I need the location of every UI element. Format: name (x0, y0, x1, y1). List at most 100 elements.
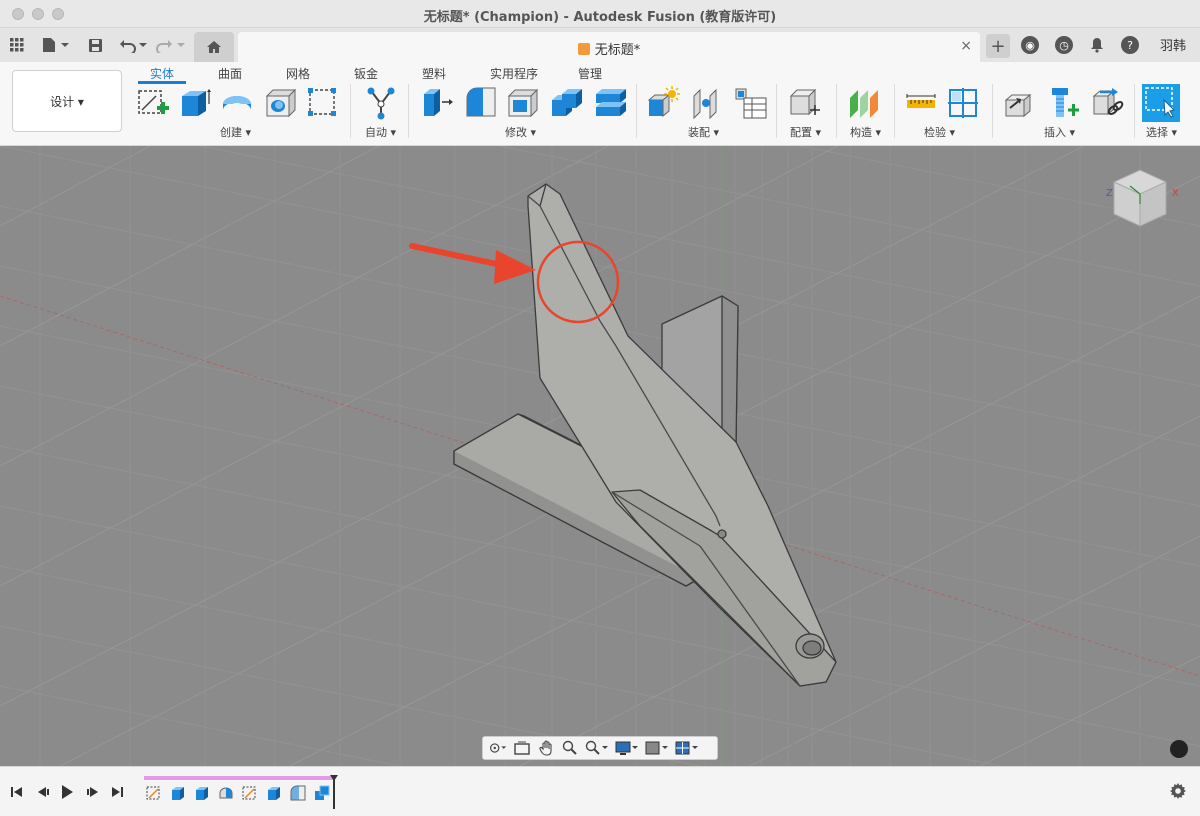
gear-icon[interactable] (1170, 783, 1186, 799)
split-body-icon[interactable] (594, 86, 628, 120)
create-group-label[interactable]: 创建 ▾ (220, 124, 251, 140)
canvas-scene (0, 146, 1200, 766)
ribbon-separator (1134, 84, 1135, 138)
insert-group-label[interactable]: 插入 ▾ (1044, 124, 1075, 140)
component-cube-icon (577, 43, 590, 55)
viewports-icon[interactable] (675, 740, 699, 756)
document-tab-label: 无标题* (594, 43, 641, 58)
ribbon-separator (408, 84, 409, 138)
pan-icon[interactable] (537, 740, 555, 756)
viewcube-x-label: X (1172, 188, 1179, 199)
tab-plastic[interactable]: 塑料 (422, 65, 446, 82)
select-icon[interactable] (1142, 84, 1180, 122)
go-to-end-icon[interactable] (110, 785, 124, 799)
title-bar: 无标题* (Champion) - Autodesk Fusion (教育版许可… (0, 0, 1200, 28)
tab-mesh[interactable]: 网格 (286, 65, 310, 82)
redo-icon[interactable] (156, 32, 186, 58)
close-tab-button[interactable]: × (960, 38, 972, 54)
press-pull-icon[interactable] (420, 86, 454, 120)
tab-utilities[interactable]: 实用程序 (490, 65, 538, 82)
user-account[interactable]: 羽韩 (1160, 35, 1186, 54)
inspect-group-label[interactable]: 检验 ▾ (924, 124, 955, 140)
bill-of-materials-icon[interactable] (734, 86, 768, 120)
configure-group-label[interactable]: 配置 ▾ (790, 124, 821, 140)
extrude-icon[interactable] (194, 785, 210, 801)
ribbon-toolbar: 设计 ▾ 实体 曲面 网格 钣金 塑料 实用程序 管理 创建 ▾ 自动 ▾ 修改… (0, 62, 1200, 146)
insert-link-icon[interactable] (1090, 86, 1124, 120)
job-status-icon[interactable]: ◉ (1021, 36, 1039, 54)
section-analysis-icon[interactable] (946, 86, 980, 120)
workspace-switcher[interactable]: 设计 ▾ (12, 70, 122, 132)
create-sketch-icon[interactable] (136, 86, 170, 120)
document-tab[interactable]: 无标题* × (238, 32, 980, 62)
3d-viewport[interactable]: Z X (0, 146, 1200, 766)
tab-solid[interactable]: 实体 (150, 65, 174, 82)
save-icon[interactable] (86, 32, 104, 58)
window-title: 无标题* (Champion) - Autodesk Fusion (教育版许可… (423, 10, 777, 25)
tab-manage[interactable]: 管理 (578, 65, 602, 82)
hole-icon[interactable] (264, 86, 298, 120)
viewcube[interactable]: Z X (1100, 166, 1180, 236)
undo-icon[interactable] (118, 32, 148, 58)
select-group-label[interactable]: 选择 ▾ (1146, 124, 1177, 140)
revolve-icon[interactable] (218, 785, 234, 801)
new-tab-button[interactable]: + (986, 34, 1010, 58)
assemble-group-label[interactable]: 装配 ▾ (688, 124, 719, 140)
automate-group-label[interactable]: 自动 ▾ (365, 124, 396, 140)
construct-group-label[interactable]: 构造 ▾ (850, 124, 881, 140)
visual-style-icon[interactable] (645, 740, 669, 756)
fillet-icon[interactable] (290, 785, 306, 801)
help-icon[interactable]: ? (1121, 36, 1139, 54)
file-icon[interactable] (40, 32, 70, 58)
new-component-icon[interactable] (646, 86, 680, 120)
measure-icon[interactable] (904, 86, 938, 120)
go-to-start-icon[interactable] (10, 785, 24, 799)
extrude-icon[interactable] (170, 785, 186, 801)
zoom-window-icon[interactable] (585, 740, 609, 756)
play-icon[interactable] (60, 785, 74, 799)
app-grid-icon[interactable] (8, 32, 26, 58)
combine-icon[interactable] (314, 785, 330, 801)
revolve-icon[interactable] (220, 86, 254, 120)
display-settings-icon[interactable] (615, 740, 639, 756)
look-at-icon[interactable] (513, 740, 531, 756)
extrude-icon[interactable] (266, 785, 282, 801)
timeline-track (144, 776, 334, 780)
shell-icon[interactable] (506, 86, 540, 120)
step-forward-icon[interactable] (86, 785, 100, 799)
tab-bar: 无标题* × + ◉ ◷ ? 羽韩 (0, 28, 1200, 62)
ribbon-separator (636, 84, 637, 138)
joint-icon[interactable] (690, 86, 724, 120)
feedback-icon[interactable] (1170, 740, 1188, 758)
insert-derive-icon[interactable] (1002, 86, 1036, 120)
navigation-bar (482, 736, 718, 760)
configure-icon[interactable] (788, 86, 822, 120)
step-back-icon[interactable] (36, 785, 50, 799)
ribbon-separator (992, 84, 993, 138)
offset-plane-icon[interactable] (846, 86, 880, 120)
fillet-icon[interactable] (464, 86, 498, 120)
home-tab[interactable] (194, 32, 234, 62)
zoom-icon[interactable] (561, 740, 579, 756)
timeline (0, 766, 1200, 816)
extrude-icon[interactable] (178, 86, 212, 120)
ribbon-separator (350, 84, 351, 138)
ribbon-separator (836, 84, 837, 138)
home-icon (207, 41, 221, 53)
active-tab-indicator (138, 81, 186, 84)
timeline-marker[interactable] (330, 775, 338, 809)
tab-surface[interactable]: 曲面 (218, 65, 242, 82)
notification-bell-icon[interactable] (1088, 32, 1106, 58)
tab-sheet-metal[interactable]: 钣金 (354, 65, 378, 82)
sketch-icon[interactable] (242, 785, 258, 801)
ribbon-separator (894, 84, 895, 138)
orbit-icon[interactable] (489, 740, 507, 756)
ribbon-separator (776, 84, 777, 138)
combine-icon[interactable] (550, 86, 584, 120)
sketch-icon[interactable] (146, 785, 162, 801)
insert-mcmaster-icon[interactable] (1046, 86, 1080, 120)
automate-icon[interactable] (364, 86, 398, 120)
clock-icon[interactable]: ◷ (1055, 36, 1073, 54)
modify-group-label[interactable]: 修改 ▾ (505, 124, 536, 140)
pattern-icon[interactable] (306, 86, 340, 120)
